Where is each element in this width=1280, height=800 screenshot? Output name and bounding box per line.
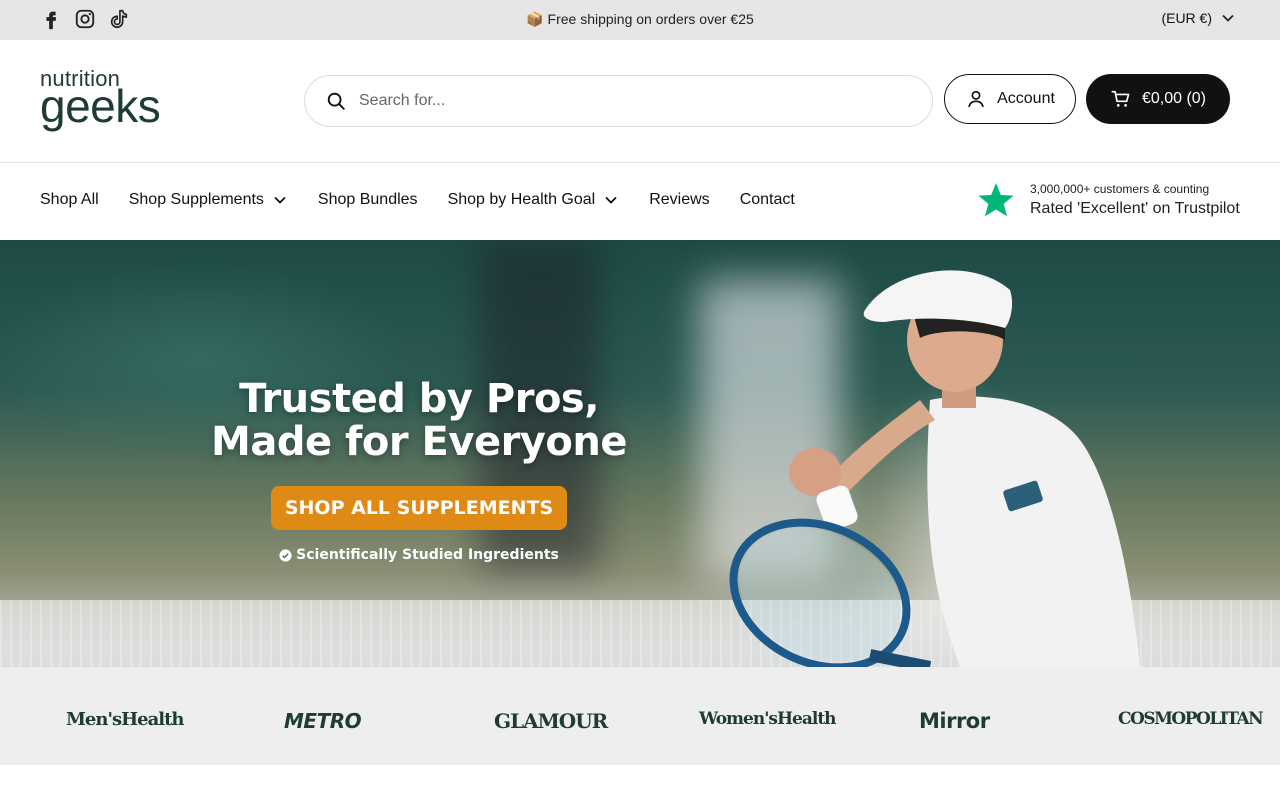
currency-label: (EUR €) — [1161, 10, 1212, 26]
hero-title-line: Trusted by Pros, — [239, 376, 599, 422]
nav-label: Shop by Health Goal — [447, 191, 596, 208]
cosmopolitan-logo: COSMOPOLITAN — [1118, 709, 1264, 729]
press-logos-bar: Men'sHealth METRO GLAMOUR Women'sHealth … — [0, 667, 1280, 765]
account-label: Account — [997, 90, 1055, 107]
hero-banner: Trusted by Pros, Made for Everyone SHOP … — [0, 240, 1280, 667]
chevron-down-icon — [274, 196, 286, 204]
cart-icon — [1111, 90, 1130, 107]
nav-label: Reviews — [649, 191, 710, 208]
main-navigation: Shop All Shop Supplements Shop Bundles S… — [0, 163, 1280, 240]
nav-shop-bundles[interactable]: Shop Bundles — [318, 191, 418, 209]
nav-label: Contact — [739, 191, 795, 208]
hero-note: Scientifically Studied Ingredients — [184, 547, 654, 563]
shipping-announcement: 📦 Free shipping on orders over €25 — [526, 11, 754, 27]
check-circle-icon — [279, 548, 292, 562]
logo-main-text: geeks — [40, 80, 161, 132]
nav-label: Shop Supplements — [128, 191, 264, 208]
search-bar[interactable] — [304, 75, 933, 127]
user-icon — [968, 90, 984, 108]
account-button[interactable]: Account — [944, 74, 1076, 124]
hero-note-text: Scientifically Studied Ingredients — [296, 547, 559, 563]
cart-total: €0,00 (0) — [1141, 90, 1207, 107]
trustpilot-badge[interactable]: 3,000,000+ customers & counting Rated 'E… — [976, 180, 1240, 220]
hero-title: Trusted by Pros, Made for Everyone — [184, 378, 654, 464]
search-icon — [327, 92, 345, 110]
glamour-logo: GLAMOUR — [494, 709, 608, 733]
chevron-down-icon — [605, 196, 617, 204]
trust-rating-text: Rated 'Excellent' on Trustpilot — [1030, 200, 1240, 217]
trust-customers-text: 3,000,000+ customers & counting — [1030, 182, 1210, 196]
nav-reviews[interactable]: Reviews — [649, 191, 709, 209]
nav-shop-all[interactable]: Shop All — [40, 191, 99, 209]
search-input[interactable] — [359, 92, 879, 110]
nav-contact[interactable]: Contact — [740, 191, 795, 209]
brand-logo[interactable]: nutrition geeks — [40, 68, 190, 134]
nav-shop-supplements[interactable]: Shop Supplements — [129, 191, 288, 209]
nav-label: Shop All — [40, 191, 99, 208]
site-header: nutrition geeks Account €0,00 (0) — [0, 40, 1280, 163]
currency-selector[interactable]: (EUR €) — [1161, 10, 1236, 26]
tennis-player-image — [729, 270, 1140, 667]
hero-title-line: Made for Everyone — [211, 419, 627, 465]
womens-health-logo: Women'sHealth — [699, 709, 837, 729]
hero-content: Trusted by Pros, Made for Everyone SHOP … — [184, 378, 654, 564]
mens-health-logo: Men'sHealth — [66, 709, 184, 730]
announcement-bar: 📦 Free shipping on orders over €25 (EUR … — [0, 0, 1280, 40]
shop-all-supplements-button[interactable]: SHOP ALL SUPPLEMENTS — [270, 486, 568, 530]
metro-logo: METRO — [284, 709, 362, 733]
nav-label: Shop Bundles — [317, 191, 418, 208]
cart-button[interactable]: €0,00 (0) — [1086, 74, 1230, 124]
mirror-logo: Mirror — [919, 709, 990, 733]
star-icon — [978, 183, 1014, 217]
nav-shop-by-health-goal[interactable]: Shop by Health Goal — [448, 191, 620, 209]
chevron-down-icon — [1222, 14, 1234, 22]
